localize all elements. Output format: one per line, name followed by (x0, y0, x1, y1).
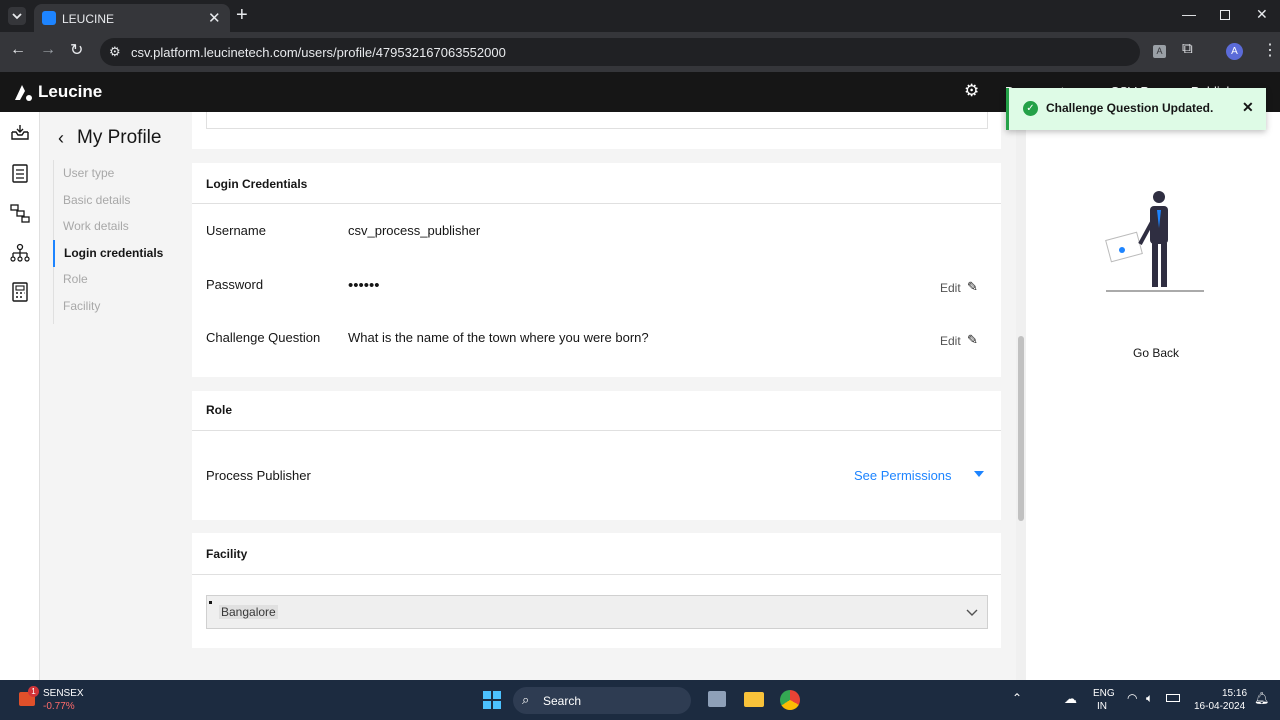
check-circle-icon: ✓ (1023, 101, 1038, 116)
leucine-logo-icon (12, 82, 34, 109)
restore-icon[interactable] (1220, 10, 1230, 20)
role-card: Role Process Publisher See Permissions (192, 391, 1001, 520)
role-name: Process Publisher (206, 468, 311, 483)
divider (192, 203, 1001, 204)
stock-change: -0.77% (43, 701, 75, 712)
password-label: Password (206, 277, 264, 292)
username-label: Username (206, 223, 266, 238)
caret-down-icon[interactable] (974, 471, 984, 477)
clock-time[interactable]: 15:16 (1222, 688, 1247, 699)
role-title: Role (206, 403, 233, 417)
tab-close-icon[interactable]: ✕ (208, 9, 221, 27)
forward-arrow-icon[interactable]: → (40, 41, 56, 59)
windows-taskbar: 1 SENSEX -0.77% ⌕ Search ⌃ ☁ ENG IN ◠ 🔈︎… (0, 680, 1280, 720)
back-arrow-icon[interactable]: ← (10, 41, 26, 59)
clock-date[interactable]: 16-04-2024 (1194, 701, 1245, 712)
facility-chip[interactable]: Bangalore (219, 605, 278, 619)
username-value: csv_process_publisher (348, 223, 481, 238)
reload-icon[interactable]: ↻ (70, 40, 83, 60)
password-value: •••••• (348, 277, 380, 294)
stock-name[interactable]: SENSEX (43, 688, 84, 699)
calculator-icon[interactable] (11, 282, 29, 307)
site-info-icon[interactable]: ⚙ (109, 44, 121, 60)
task-view-icon[interactable] (708, 691, 726, 707)
browser-tab-bar: LEUCINE ✕ + — ✕ (0, 0, 1280, 32)
search-icon: ⌕ (522, 692, 530, 707)
work-details-field-border (206, 112, 988, 129)
profile-section-nav: User type Basic details Work details Login … (53, 160, 183, 324)
extension-a-icon[interactable]: A (1153, 45, 1166, 58)
tab-title: LEUCINE (62, 12, 115, 26)
go-back-link[interactable]: Go Back (1133, 346, 1179, 360)
new-tab-icon[interactable]: + (236, 4, 248, 27)
pencil-icon[interactable]: ✎ (967, 279, 978, 295)
businessman-illustration (1102, 188, 1206, 296)
pencil-icon[interactable]: ✎ (967, 332, 978, 348)
profile-nav-item[interactable]: Work details (53, 213, 129, 240)
scrollbar-track[interactable] (1016, 112, 1026, 680)
scrollbar-thumb[interactable] (1018, 336, 1024, 521)
browser-tab[interactable]: LEUCINE ✕ (34, 4, 230, 32)
chevron-up-icon[interactable]: ⌃ (1012, 691, 1022, 705)
success-toast: ✓ Challenge Question Updated. ✕ (1006, 88, 1266, 130)
file-explorer-icon[interactable] (744, 692, 764, 707)
main-content: ‹ My Profile User type Basic details Work … (40, 112, 1026, 680)
language-bottom[interactable]: IN (1097, 701, 1107, 712)
toast-message: Challenge Question Updated. (1046, 101, 1214, 115)
onedrive-cloud-icon[interactable]: ☁ (1064, 691, 1077, 707)
back-chevron-icon[interactable]: ‹ (58, 128, 64, 149)
facility-select[interactable]: Bangalore (206, 595, 988, 629)
profile-nav-item[interactable]: Facility (53, 293, 100, 320)
profile-nav-item[interactable]: Login credentials (53, 239, 163, 267)
checklist-icon[interactable] (11, 163, 29, 188)
chevron-down-icon[interactable] (965, 605, 979, 624)
volume-icon[interactable]: 🔈︎ (1146, 691, 1153, 706)
language-top[interactable]: ENG (1093, 688, 1115, 699)
search-label: Search (543, 694, 582, 708)
tab-list-chevron-icon[interactable] (8, 7, 26, 25)
chrome-icon[interactable] (780, 690, 800, 710)
url-text[interactable]: csv.platform.leucinetech.com/users/profi… (131, 45, 506, 60)
see-permissions-link[interactable]: See Permissions (854, 468, 952, 483)
divider (192, 430, 1001, 431)
taskbar-search-box[interactable]: ⌕ Search (513, 687, 691, 714)
facility-title: Facility (206, 547, 248, 561)
facility-card: Facility Bangalore (192, 533, 1001, 648)
profile-avatar[interactable]: A (1226, 43, 1243, 60)
challenge-question-label: Challenge Question (206, 330, 321, 345)
login-credentials-title: Login Credentials (206, 177, 308, 191)
toast-close-icon[interactable]: ✕ (1242, 99, 1254, 116)
window-close-icon[interactable]: ✕ (1256, 6, 1268, 23)
settings-gear-icon[interactable]: ⚙ (964, 81, 979, 101)
inbox-icon[interactable] (10, 123, 30, 146)
notification-bell-icon[interactable]: 🔔︎ (1254, 691, 1269, 705)
address-bar[interactable]: ⚙ csv.platform.leucinetech.com/users/pro… (100, 38, 1140, 66)
browser-menu-icon[interactable]: ⋮ (1262, 40, 1278, 60)
windows-start-icon[interactable] (483, 691, 501, 714)
process-flow-icon[interactable] (10, 203, 30, 228)
brand-name[interactable]: Leucine (38, 82, 102, 102)
wifi-icon[interactable]: ◠ (1127, 691, 1137, 705)
leucine-favicon-icon (42, 11, 56, 25)
page-title: My Profile (77, 127, 162, 148)
minimize-icon[interactable]: — (1182, 6, 1196, 22)
left-nav-rail (0, 112, 40, 680)
login-credentials-card: Login Credentials Username csv_process_p… (192, 163, 1001, 377)
profile-nav-item[interactable]: Role (53, 266, 88, 293)
basic-details-card-bottom (192, 112, 1001, 149)
hierarchy-icon[interactable] (10, 243, 30, 268)
challenge-question-value: What is the name of the town where you w… (348, 330, 649, 345)
right-panel: Go Back (1026, 112, 1280, 680)
edit-password-button[interactable]: Edit (940, 281, 961, 295)
battery-icon[interactable] (1166, 694, 1180, 702)
extensions-puzzle-icon[interactable]: ⧉ (1182, 40, 1193, 57)
divider (192, 574, 1001, 575)
edit-challenge-question-button[interactable]: Edit (940, 334, 961, 348)
stock-badge: 1 (28, 686, 39, 697)
profile-nav-item[interactable]: Basic details (53, 187, 130, 214)
bullet-icon (209, 601, 212, 604)
profile-nav-item[interactable]: User type (53, 160, 114, 187)
